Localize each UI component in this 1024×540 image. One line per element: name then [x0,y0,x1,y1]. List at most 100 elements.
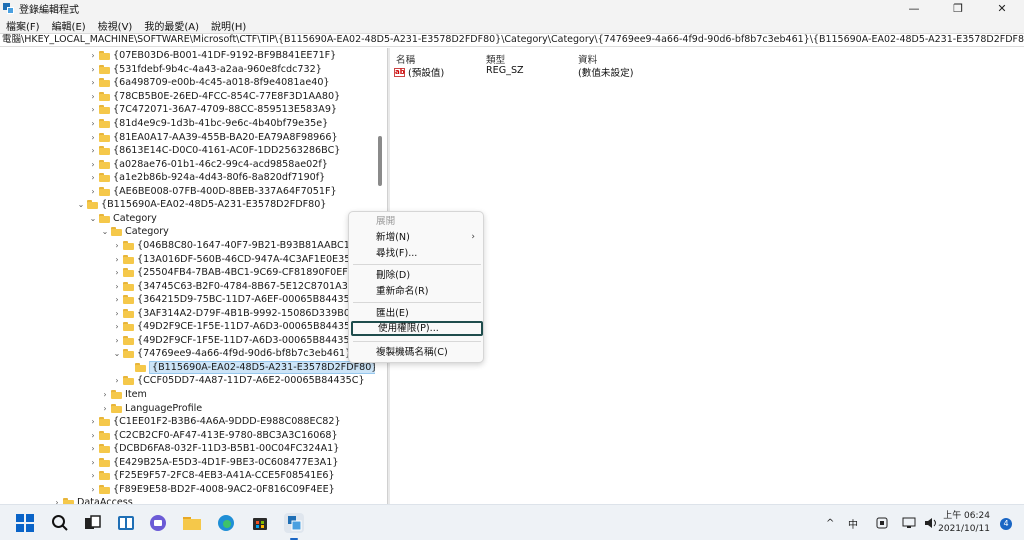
tree-scroll-thumb[interactable] [378,136,382,186]
menu-favorites[interactable]: 我的最愛(A) [138,18,205,33]
chevron-right-icon[interactable]: › [88,78,98,87]
chevron-right-icon[interactable]: › [112,309,122,318]
tree-node[interactable]: › {CCF05DD7-4A87-11D7-A6E2-00065B84435C} [112,374,364,388]
chevron-right-icon[interactable]: › [88,444,98,453]
address-bar[interactable]: 電腦\HKEY_LOCAL_MACHINE\SOFTWARE\Microsoft… [0,33,1024,47]
teams-chat-button[interactable] [148,513,168,533]
tree-node[interactable]: › DataAccess [52,496,133,504]
tree-node[interactable]: › {531fdebf-9b4c-4a43-a2aa-960e8fcdc732} [88,63,321,77]
tree-node[interactable]: › {DCBD6FA8-032F-11D3-B5B1-00C04FC324A1} [88,442,339,456]
tree-node[interactable]: › {F25E9F57-2FC8-4EB3-A41A-CCE5F08541E6} [88,469,334,483]
column-header-name[interactable]: 名稱 [396,52,415,66]
tree-node[interactable]: › {25504FB4-7BAB-4BC1-9C69-CF81890F0EF5} [112,266,360,280]
tree-node[interactable]: ⌄ Category [88,212,157,226]
store-button[interactable] [250,513,270,533]
chevron-right-icon[interactable]: › [112,322,122,331]
chevron-right-icon[interactable]: › [88,173,98,182]
menu-copy-key-name[interactable]: 複製機碼名稱(C) [349,345,485,360]
tree-node[interactable]: › {6a498709-e00b-4c45-a018-8f9e4081ae40} [88,76,329,90]
tree-node[interactable]: › LanguageProfile [100,401,202,415]
key-tree[interactable]: › {07EB03D6-B001-41DF-9192-BF9B841EE71F} ›… [0,48,387,504]
chevron-down-icon[interactable]: ⌄ [88,214,98,223]
chevron-down-icon[interactable]: ⌄ [76,200,86,209]
tree-node[interactable]: › {046B8C80-1647-40F7-9B21-B93B81AABC1B} [112,239,362,253]
tree-node[interactable]: › {8613E14C-D0C0-4161-AC0F-1DD2563286BC} [88,144,340,158]
chevron-right-icon[interactable]: › [88,471,98,480]
chevron-right-icon[interactable]: › [112,295,122,304]
network-icon[interactable] [902,505,916,540]
tree-node[interactable]: › {78CB5B0E-26ED-4FCC-854C-77E8F3D1AA80} [88,90,340,104]
volume-icon[interactable] [924,505,938,540]
menu-new[interactable]: 新增(N) › [349,230,485,245]
tree-node[interactable]: › {13A016DF-560B-46CD-947A-4C3AF1E0E35D} [112,252,363,266]
tree-node[interactable]: › Item [100,388,146,402]
chevron-down-icon[interactable]: ⌄ [100,227,110,236]
file-explorer-button[interactable] [182,513,202,533]
tree-node[interactable]: › {364215D9-75BC-11D7-A6EF-00065B84435C} [112,293,362,307]
chevron-right-icon[interactable]: › [88,119,98,128]
column-header-data[interactable]: 資料 [578,52,597,66]
value-row[interactable]: ab (預設值) [394,65,444,79]
chevron-down-icon[interactable]: ⌄ [112,349,122,358]
chevron-right-icon[interactable]: › [100,404,110,413]
menu-find[interactable]: 尋找(F)... [349,246,485,261]
menu-expand[interactable]: 展開 [349,214,485,229]
chevron-right-icon[interactable]: › [88,146,98,155]
tree-node[interactable]: › {07EB03D6-B001-41DF-9192-BF9B841EE71F} [88,49,336,63]
start-button[interactable] [15,513,35,533]
widgets-button[interactable] [116,513,136,533]
tree-node[interactable]: › {34745C63-B2F0-4784-8B67-5E12C8701A31} [112,279,360,293]
maximize-button[interactable]: ❐ [936,0,980,17]
notification-badge[interactable]: 4 [1000,518,1012,530]
tree-node[interactable]: › {a028ae76-01b1-46c2-99c4-acd9858ae02f} [88,157,327,171]
close-button[interactable]: ✕ [980,0,1024,17]
chevron-right-icon[interactable]: › [112,241,122,250]
menu-rename[interactable]: 重新命名(R) [349,284,485,299]
menu-export[interactable]: 匯出(E) [349,306,485,321]
tree-node[interactable]: ⌄ Category [100,225,169,239]
chevron-right-icon[interactable]: › [88,458,98,467]
chevron-right-icon[interactable]: › [112,336,122,345]
task-view-button[interactable] [82,513,102,533]
tree-node[interactable]: ⌄ {74769ee9-4a66-4f9d-90d6-bf8b7c3eb461} [112,347,352,361]
menu-help[interactable]: 說明(H) [205,18,252,33]
ime-indicator[interactable]: 中 [848,505,858,540]
tree-node[interactable]: › {81EA0A17-AA39-455B-BA20-EA79A8F98966} [88,130,337,144]
column-header-type[interactable]: 類型 [486,52,505,66]
edge-button[interactable] [216,513,236,533]
chevron-right-icon[interactable]: › [112,282,122,291]
tray-overflow[interactable]: ^ [826,505,834,540]
tree-node[interactable]: › {7C472071-36A7-4709-88CC-859513E583A9} [88,103,337,117]
chevron-right-icon[interactable]: › [88,65,98,74]
regedit-taskbar-button[interactable] [284,513,304,533]
menu-view[interactable]: 檢視(V) [92,18,139,33]
value-list[interactable]: 名稱 類型 資料 ab (預設值) REG_SZ (數值未設定) [390,48,1024,504]
chevron-right-icon[interactable]: › [88,431,98,440]
tree-node[interactable]: ⌄ {B115690A-EA02-48D5-A231-E3578D2FDF80} [76,198,327,212]
tree-node[interactable]: › {81d4e9c9-1d3b-41bc-9e6c-4b40bf79e35e} [88,117,328,131]
ime-mode-icon[interactable] [876,505,888,540]
tree-node[interactable]: › {AE6BE008-07FB-400D-8BEB-337A64F7051F} [88,185,336,199]
chevron-right-icon[interactable]: › [88,417,98,426]
tree-node[interactable]: › {F89E9E58-BD2F-4008-9AC2-0F816C09F4EE} [88,483,334,497]
chevron-right-icon[interactable]: › [88,105,98,114]
menu-file[interactable]: 檔案(F) [0,18,46,33]
tree-node[interactable]: › {E429B25A-E5D3-4D1F-9BE3-0C608477E3A1} [88,456,338,470]
minimize-button[interactable]: — [892,0,936,17]
chevron-right-icon[interactable]: › [88,92,98,101]
tree-node[interactable]: › {49D2F9CE-1F5E-11D7-A6D3-00065B84435C} [112,320,363,334]
chevron-right-icon[interactable]: › [88,187,98,196]
tree-node[interactable]: › {3AF314A2-D79F-4B1B-9992-15086D339B05} [112,306,362,320]
search-button[interactable] [50,513,70,533]
chevron-right-icon[interactable]: › [112,376,122,385]
menu-delete[interactable]: 刪除(D) [349,268,485,283]
menu-edit[interactable]: 編輯(E) [46,18,92,33]
chevron-right-icon[interactable]: › [112,255,122,264]
chevron-right-icon[interactable]: › [88,160,98,169]
tree-node[interactable]: {B115690A-EA02-48D5-A231-E3578D2FDF80} [124,360,381,375]
chevron-right-icon[interactable]: › [88,485,98,494]
chevron-right-icon[interactable]: › [112,268,122,277]
chevron-right-icon[interactable]: › [100,390,110,399]
chevron-right-icon[interactable]: › [88,51,98,60]
chevron-right-icon[interactable]: › [88,133,98,142]
